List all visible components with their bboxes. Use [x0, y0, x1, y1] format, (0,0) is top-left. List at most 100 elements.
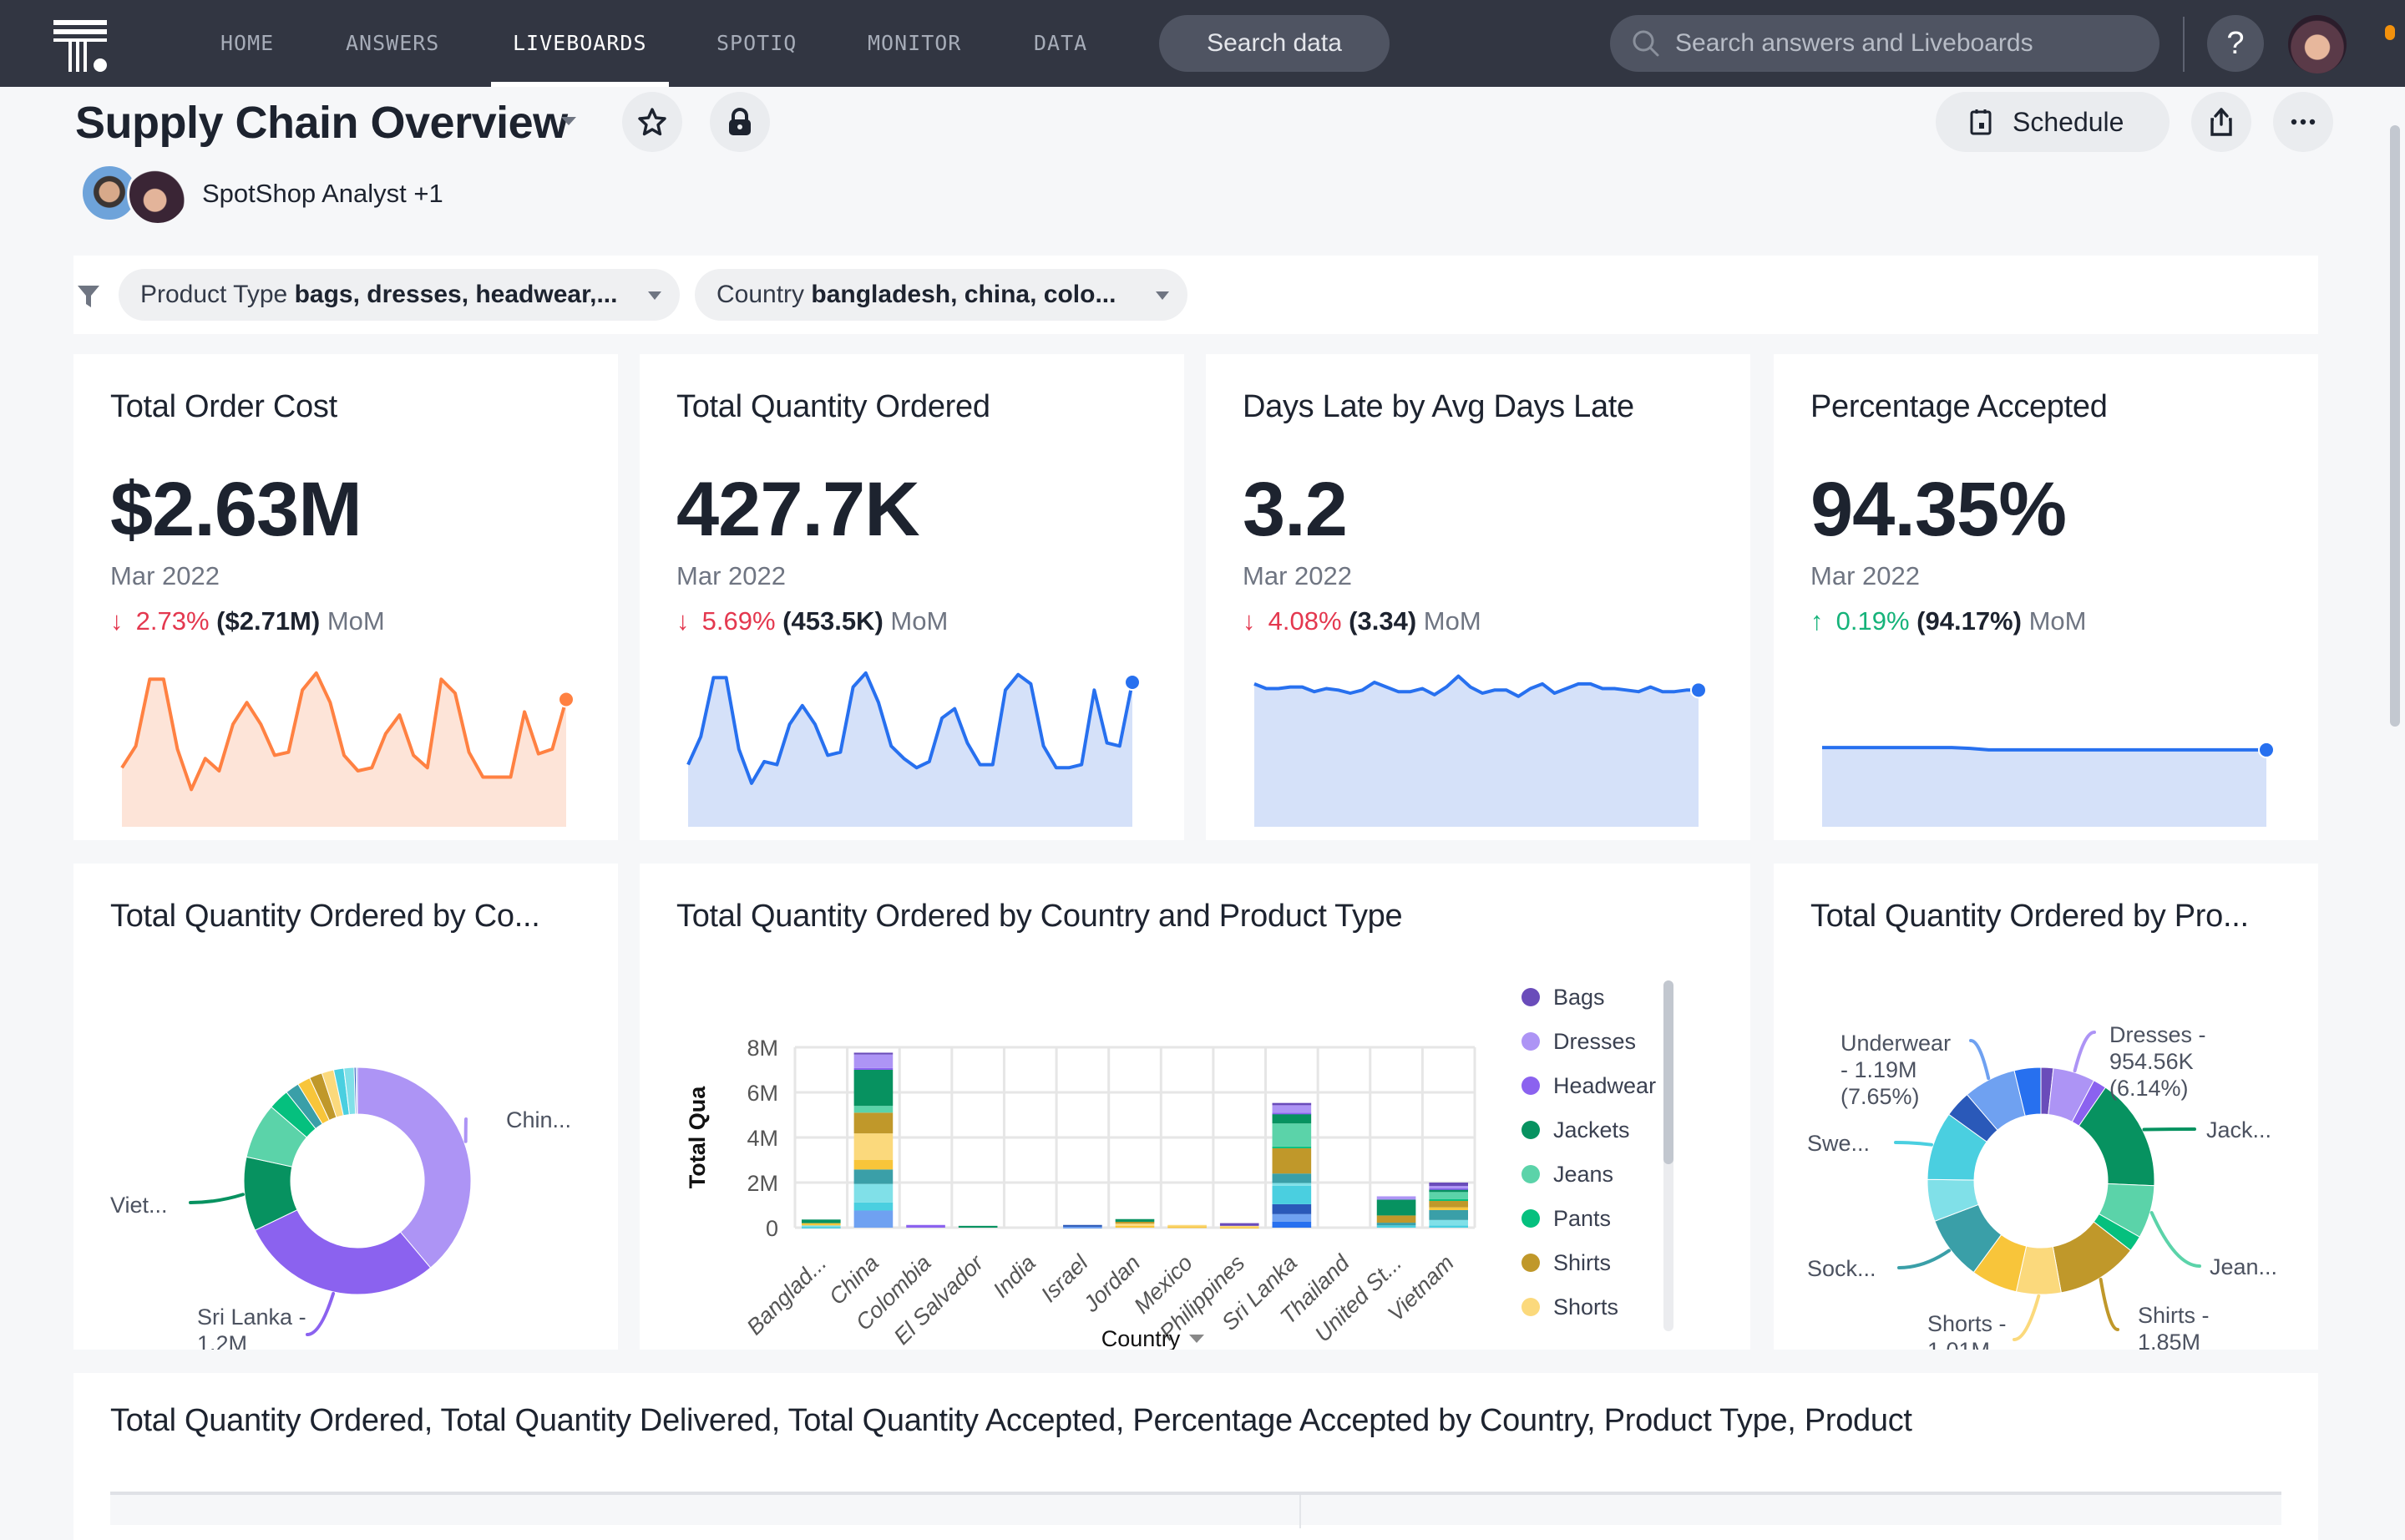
page-scrollbar[interactable] — [2390, 125, 2400, 727]
bar-segment-jackets[interactable] — [1429, 1189, 1468, 1192]
legend-scrollbar[interactable] — [1663, 980, 1673, 1331]
lock-button[interactable] — [710, 92, 770, 152]
kpi-card-total-quantity-ordered[interactable]: Total Quantity Ordered 427.7K Mar 2022 ↓… — [640, 354, 1184, 840]
bar-segment-underwear[interactable] — [1063, 1227, 1102, 1228]
nav-home[interactable]: HOME — [220, 0, 274, 87]
bar-segment-headwear[interactable] — [1273, 1112, 1312, 1114]
bar-segment-sweaters[interactable] — [854, 1184, 894, 1203]
bar-segment-tops[interactable] — [1063, 1225, 1102, 1227]
bar-segment-sweaters[interactable] — [1429, 1220, 1468, 1225]
bar-segment-jeans[interactable] — [1273, 1123, 1312, 1147]
filter-icon[interactable] — [77, 284, 100, 309]
bar-segment-socks[interactable] — [1273, 1173, 1312, 1183]
schedule-button[interactable]: Schedule — [1936, 92, 2170, 152]
bar-segment-t-shirts[interactable] — [1429, 1225, 1468, 1228]
bar-segment-bags[interactable] — [854, 1052, 894, 1054]
filter-chip-country[interactable]: Country bangladesh, china, colo... — [695, 269, 1187, 321]
donut-slice-china[interactable] — [357, 1067, 471, 1268]
nav-liveboards[interactable]: LIVEBOARDS — [513, 0, 647, 87]
bar-segment-pants[interactable] — [1273, 1147, 1312, 1148]
x-axis-dropdown-icon[interactable] — [1189, 1335, 1204, 1343]
help-button[interactable]: ? — [2207, 15, 2264, 72]
donut-chart-product-type[interactable]: Underwear- 1.19M(7.65%)Dresses -954.56K(… — [1774, 947, 2318, 1350]
search-liveboards-input[interactable]: Search answers and Liveboards — [1610, 15, 2159, 72]
bar-segment-headwear[interactable] — [854, 1068, 894, 1070]
bar-segment-skirts[interactable] — [1116, 1226, 1155, 1228]
more-options-button[interactable] — [2273, 92, 2333, 152]
liveboard-title[interactable]: Supply Chain Overview — [75, 97, 568, 149]
bar-segment-shirts[interactable] — [1273, 1148, 1312, 1173]
legend-item-bags[interactable]: Bags — [1518, 980, 1605, 1014]
kpi-card-percentage-accepted[interactable]: Percentage Accepted 94.35% Mar 2022 ↑ 0.… — [1774, 354, 2318, 840]
user-avatar[interactable] — [2288, 15, 2347, 73]
bar-segment-dresses[interactable] — [1429, 1186, 1468, 1188]
bar-segment-t-shirts[interactable] — [1273, 1186, 1312, 1204]
sparkline-chart[interactable] — [1819, 663, 2286, 830]
bar-segment-jeans[interactable] — [854, 1106, 894, 1112]
bar-segment-pants[interactable] — [1429, 1199, 1468, 1201]
bar-segment-shirts[interactable] — [1116, 1222, 1155, 1223]
donut-slice-sri-lanka[interactable] — [255, 1210, 430, 1294]
bar-segment-vests[interactable] — [1273, 1222, 1312, 1228]
table-card[interactable]: Total Quantity Ordered, Total Quantity D… — [73, 1373, 2318, 1540]
nav-spotiq[interactable]: SPOTIQ — [716, 0, 797, 87]
bar-segment-jackets[interactable] — [1116, 1219, 1155, 1222]
bar-segment-socks[interactable] — [1377, 1223, 1416, 1225]
legend-scrollbar-thumb[interactable] — [1663, 980, 1673, 1164]
bar-segment-dresses[interactable] — [1377, 1196, 1416, 1199]
bar-segment-dresses[interactable] — [1273, 1105, 1312, 1112]
bar-segment-bags[interactable] — [1220, 1223, 1259, 1226]
bar-segment-socks[interactable] — [854, 1169, 894, 1183]
nav-answers[interactable]: ANSWERS — [346, 0, 439, 87]
bar-segment-bags[interactable] — [1429, 1183, 1468, 1186]
bar-segment-shirts[interactable] — [1429, 1201, 1468, 1208]
stacked-bar-chart[interactable]: 02M4M6M8MTotal QuaBanglad...ChinaColombi… — [640, 947, 1508, 1350]
donut-slice-bangladesh[interactable] — [356, 1067, 357, 1114]
legend-item-shirts[interactable]: Shirts — [1518, 1246, 1611, 1279]
bar-segment-shorts[interactable] — [1220, 1226, 1259, 1228]
bar-segment-shorts[interactable] — [1167, 1225, 1207, 1227]
bar-segment-headwear[interactable] — [1429, 1188, 1468, 1190]
kpi-card-days-late-by-avg-days-late[interactable]: Days Late by Avg Days Late 3.2 Mar 2022 … — [1206, 354, 1750, 840]
legend-item-jeans[interactable]: Jeans — [1518, 1158, 1613, 1191]
bar-segment-headwear[interactable] — [906, 1225, 945, 1228]
bar-segment-jackets[interactable] — [1273, 1114, 1312, 1123]
sparkline-last-point[interactable] — [1125, 675, 1140, 690]
bar-segment-t-shirts[interactable] — [1377, 1225, 1416, 1228]
legend-item-headwear[interactable]: Headwear — [1518, 1069, 1656, 1102]
column-divider[interactable] — [1299, 1495, 1301, 1528]
bar-segment-jackets[interactable] — [854, 1070, 894, 1106]
bar-segment-tops[interactable] — [1273, 1204, 1312, 1214]
bar-segment-jackets[interactable] — [1377, 1200, 1416, 1216]
kpi-card-total-order-cost[interactable]: Total Order Cost $2.63M Mar 2022 ↓ 2.73%… — [73, 354, 618, 840]
bar-segment-jeans[interactable] — [1429, 1192, 1468, 1199]
bar-segment-jackets[interactable] — [959, 1226, 998, 1228]
sparkline-last-point[interactable] — [2259, 742, 2274, 757]
bar-segment-shirts[interactable] — [854, 1112, 894, 1133]
filter-chip-product-type[interactable]: Product Type bags, dresses, headwear,... — [119, 269, 680, 321]
bar-segment-sweaters[interactable] — [1273, 1183, 1312, 1186]
bar-segment-t-shirts[interactable] — [854, 1203, 894, 1211]
bar-segment-skirts[interactable] — [854, 1160, 894, 1169]
bar-segment-skirts[interactable] — [1429, 1208, 1468, 1210]
sparkline-chart[interactable] — [119, 663, 586, 830]
donut-card-country[interactable]: Total Quantity Ordered by Co... Chin...V… — [73, 864, 618, 1350]
bar-segment-shorts[interactable] — [854, 1133, 894, 1160]
bar-segment-underwear[interactable] — [1273, 1214, 1312, 1222]
bar-segment-bags[interactable] — [1273, 1103, 1312, 1106]
nav-monitor[interactable]: MONITOR — [868, 0, 961, 87]
bar-segment-shorts[interactable] — [1116, 1223, 1155, 1226]
bar-segment-jackets[interactable] — [802, 1219, 841, 1223]
legend-item-jackets[interactable]: Jackets — [1518, 1113, 1630, 1147]
title-dropdown-caret[interactable] — [561, 117, 576, 125]
sparkline-chart[interactable] — [1251, 663, 1719, 830]
bar-segment-underwear[interactable] — [854, 1210, 894, 1228]
bar-segment-shirts[interactable] — [1377, 1215, 1416, 1223]
sparkline-chart[interactable] — [685, 663, 1152, 830]
legend-item-pants[interactable]: Pants — [1518, 1202, 1611, 1235]
bar-chart-card[interactable]: Total Quantity Ordered by Country and Pr… — [640, 864, 1750, 1350]
bar-segment-sweaters[interactable] — [802, 1225, 841, 1227]
thoughtspot-logo[interactable] — [52, 20, 110, 72]
favorite-button[interactable] — [622, 92, 682, 152]
donut-chart-country[interactable]: Chin...Viet...Sri Lanka -1.2M — [73, 947, 618, 1350]
